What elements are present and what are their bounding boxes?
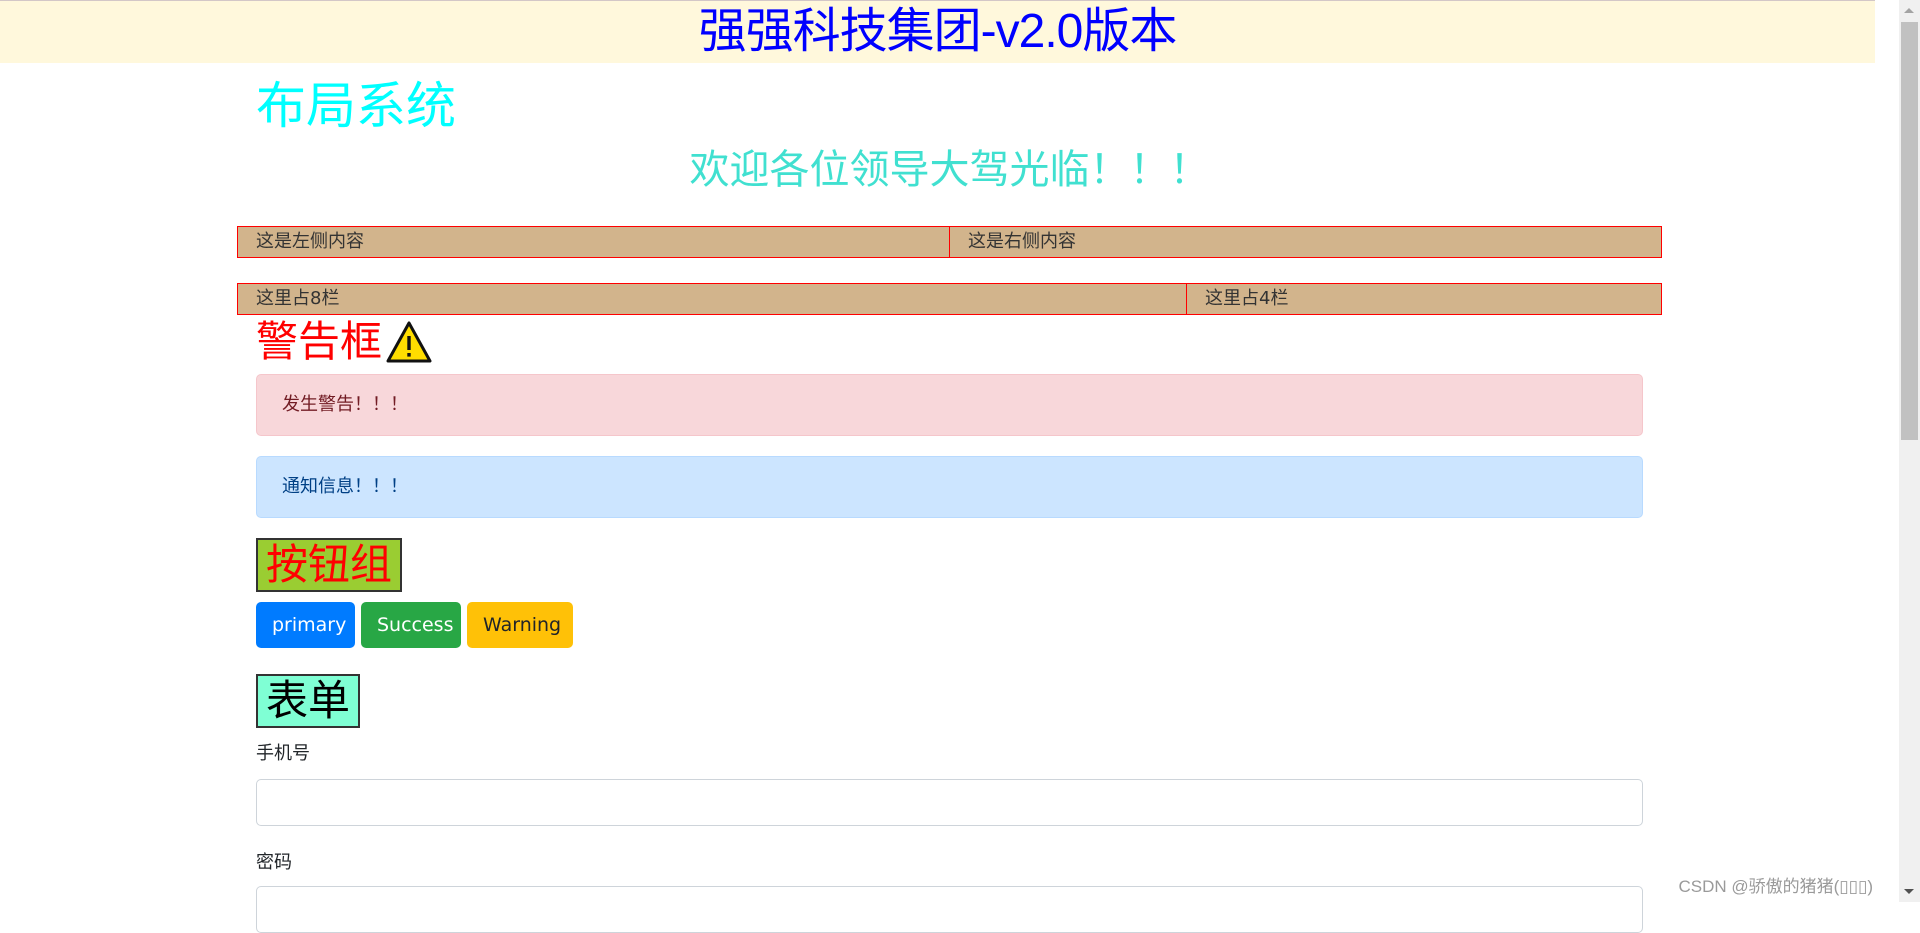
button-group: primary Success Warning: [256, 602, 573, 648]
site-header: 强强科技集团-v2.0版本: [0, 0, 1875, 63]
phone-label: 手机号: [256, 743, 310, 764]
scroll-up-arrow-icon[interactable]: [1899, 0, 1920, 20]
alert-info: 通知信息！！！: [256, 456, 1643, 518]
phone-input[interactable]: [256, 779, 1643, 826]
scroll-down-arrow-icon[interactable]: [1899, 882, 1920, 902]
alert-danger: 发生警告！！！: [256, 374, 1643, 436]
button-group-heading: 按钮组: [256, 538, 403, 592]
csdn-watermark: CSDN @骄傲的猪猪(▯▯▯): [1678, 877, 1873, 896]
password-label: 密码: [256, 852, 292, 873]
warning-button[interactable]: Warning: [467, 602, 573, 648]
site-title: 强强科技集团-v2.0版本: [698, 5, 1178, 58]
alerts-heading: 警告框: [256, 316, 432, 368]
primary-button[interactable]: primary: [256, 602, 355, 648]
scrollbar-thumb[interactable]: [1901, 22, 1918, 440]
vertical-scrollbar[interactable]: [1899, 0, 1920, 902]
grid-col-right: 这是右侧内容: [950, 226, 1662, 258]
alerts-heading-text: 警告框: [256, 317, 383, 366]
layout-title: 布局系统: [256, 77, 456, 135]
page: 强强科技集团-v2.0版本 布局系统 欢迎各位领导大驾光临！！！ 这是左侧内容 …: [0, 0, 1899, 933]
success-button[interactable]: Success: [361, 602, 461, 648]
grid-col-4: 这里占4栏: [1187, 283, 1662, 315]
warning-triangle-icon: [386, 321, 432, 363]
grid-col-left: 这是左侧内容: [237, 226, 950, 258]
welcome-message: 欢迎各位领导大驾光临！！！: [689, 147, 1210, 193]
grid-row-8-4: 这里占8栏 这里占4栏: [237, 283, 1662, 315]
grid-col-8: 这里占8栏: [237, 283, 1187, 315]
form-heading: 表单: [256, 674, 361, 728]
grid-row-halves: 这是左侧内容 这是右侧内容: [237, 226, 1662, 258]
password-input[interactable]: [256, 886, 1643, 933]
